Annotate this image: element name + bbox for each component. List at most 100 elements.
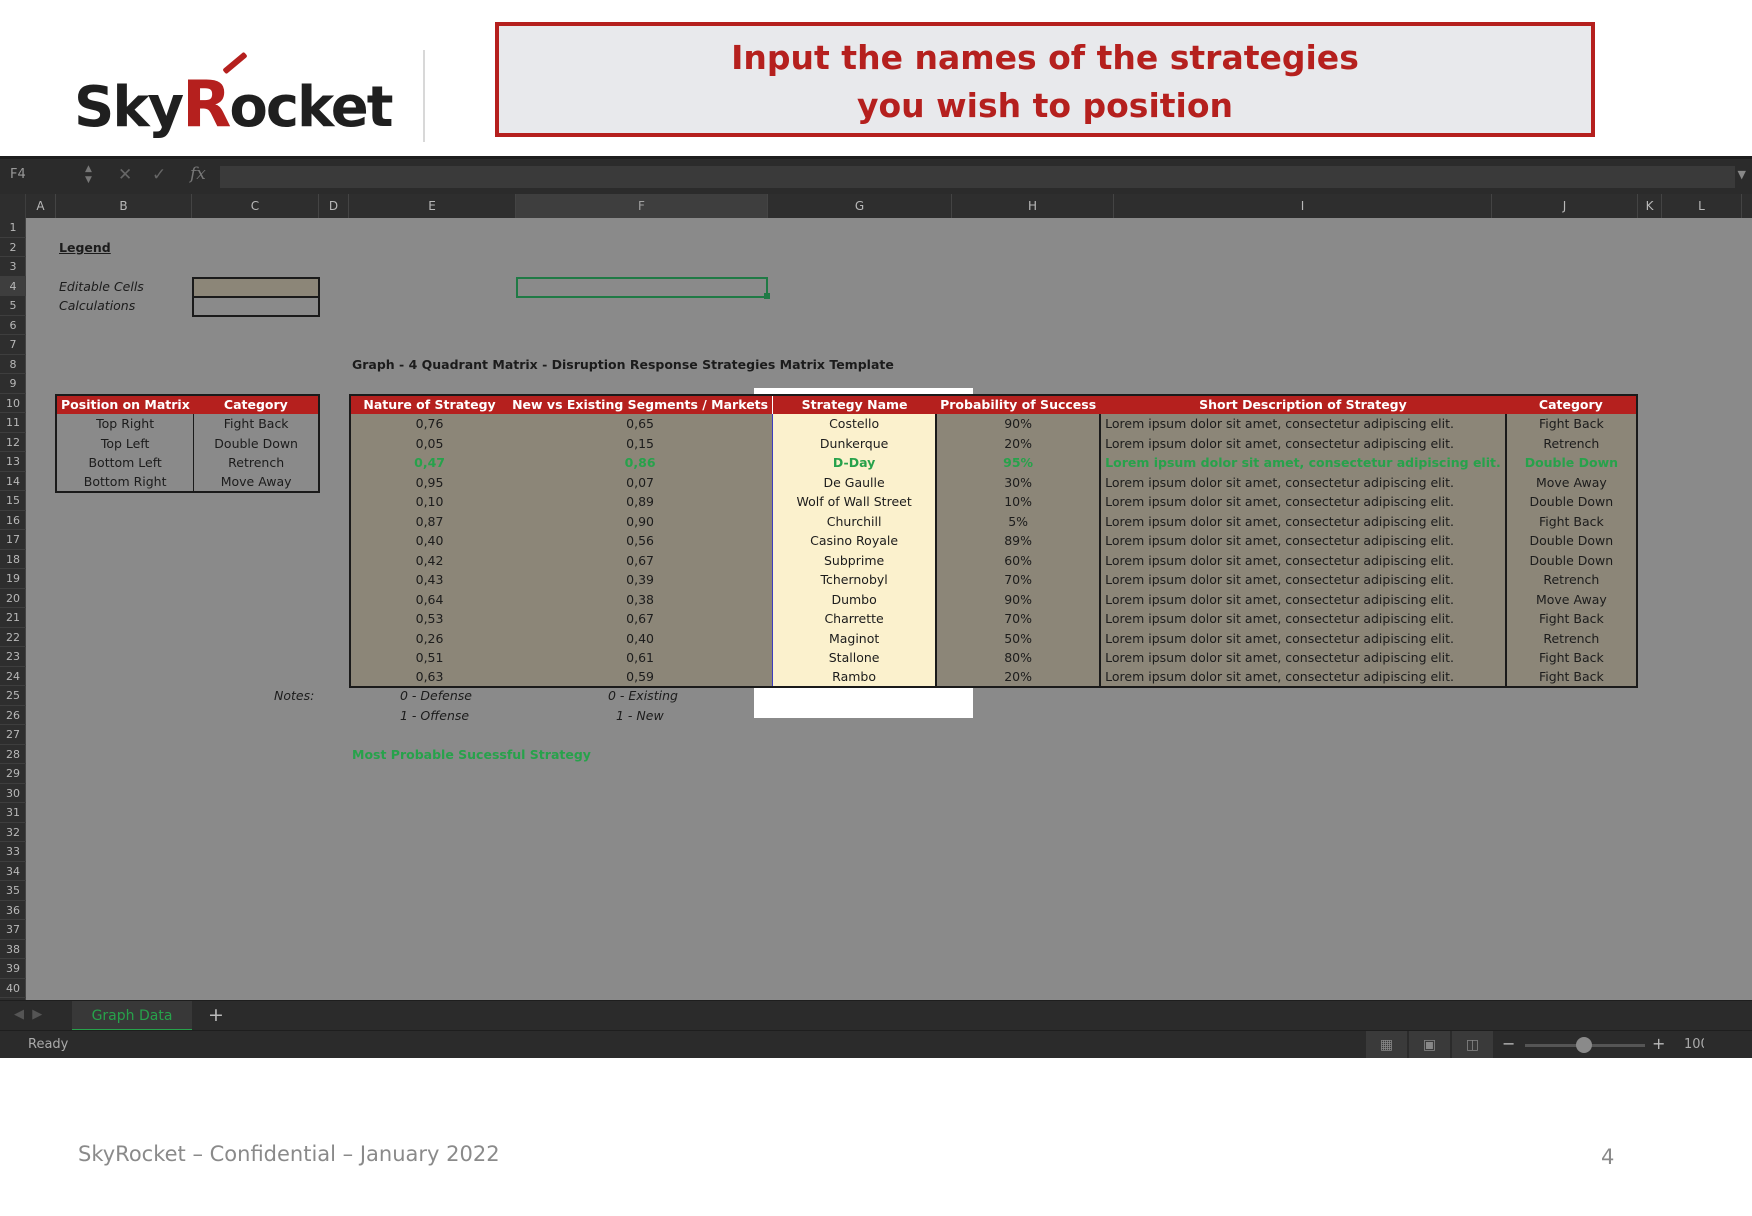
row-header-25[interactable]: 25 (0, 686, 26, 706)
position-cell[interactable]: Bottom Right (56, 472, 195, 492)
strategy-name-cell[interactable]: Wolf of Wall Street (772, 492, 938, 512)
description-cell[interactable]: Lorem ipsum dolor sit amet, consectetur … (1100, 609, 1507, 629)
row-header-12[interactable]: 12 (0, 433, 26, 452)
nature-cell[interactable]: 0,05 (350, 433, 509, 453)
strategy-name-cell[interactable]: Dumbo (772, 589, 938, 609)
row-header-31[interactable]: 31 (0, 803, 26, 823)
category-cell[interactable]: Fight Back (1505, 648, 1637, 668)
row-header-13[interactable]: 13 (0, 452, 26, 472)
segment-cell[interactable]: 0,38 (508, 589, 773, 609)
row-header-33[interactable]: 33 (0, 842, 26, 862)
select-all-corner[interactable] (0, 194, 26, 218)
description-cell[interactable]: Lorem ipsum dolor sit amet, consectetur … (1100, 628, 1507, 648)
category-cell[interactable]: Double Down (1505, 453, 1637, 473)
row-header-4[interactable]: 4 (0, 276, 26, 296)
strategy-name-cell[interactable]: D-Day (772, 453, 938, 473)
category-cell[interactable]: Retrench (1505, 570, 1637, 590)
row-header-32[interactable]: 32 (0, 823, 26, 842)
strategy-name-cell[interactable]: Casino Royale (772, 531, 938, 551)
probability-cell[interactable]: 50% (936, 628, 1102, 648)
segment-cell[interactable]: 0,15 (508, 433, 773, 453)
description-cell[interactable]: Lorem ipsum dolor sit amet, consectetur … (1100, 570, 1507, 590)
category-cell[interactable]: Retrench (1505, 628, 1637, 648)
probability-cell[interactable]: 20% (936, 667, 1102, 687)
row-header-15[interactable]: 15 (0, 491, 26, 511)
nature-cell[interactable]: 0,63 (350, 667, 509, 687)
sheet-nav-arrows-icon[interactable]: ◀ ▶ (14, 1007, 42, 1022)
segment-cell[interactable]: 0,65 (508, 414, 773, 434)
strategy-name-cell[interactable]: Maginot (772, 628, 938, 648)
probability-cell[interactable]: 5% (936, 511, 1102, 531)
category-cell[interactable]: Move Away (1505, 589, 1637, 609)
category-cell[interactable]: Fight Back (1505, 609, 1637, 629)
nature-cell[interactable]: 0,47 (350, 453, 509, 473)
row-header-26[interactable]: 26 (0, 706, 26, 725)
probability-cell[interactable]: 70% (936, 570, 1102, 590)
cancel-icon[interactable]: ✕ (118, 165, 132, 185)
position-cell[interactable]: Top Left (56, 433, 195, 453)
name-box-stepper-icon[interactable]: ▲ ▼ (85, 164, 92, 186)
row-header-3[interactable]: 3 (0, 257, 26, 277)
row-header-28[interactable]: 28 (0, 745, 26, 764)
row-header-39[interactable]: 39 (0, 959, 26, 979)
row-header-8[interactable]: 8 (0, 355, 26, 374)
strategy-name-cell[interactable]: Rambo (772, 667, 938, 687)
probability-cell[interactable]: 80% (936, 648, 1102, 668)
probability-cell[interactable]: 90% (936, 414, 1102, 434)
row-header-22[interactable]: 22 (0, 628, 26, 647)
probability-cell[interactable]: 89% (936, 531, 1102, 551)
column-header-k[interactable]: K (1638, 194, 1662, 218)
column-header-h[interactable]: H (952, 194, 1114, 218)
page-break-view-icon[interactable]: ◫ (1452, 1031, 1494, 1058)
nature-cell[interactable]: 0,51 (350, 648, 509, 668)
probability-cell[interactable]: 30% (936, 472, 1102, 492)
name-box[interactable]: F4 (10, 167, 26, 182)
row-header-40[interactable]: 40 (0, 979, 26, 998)
category-cell[interactable]: Move Away (1505, 472, 1637, 492)
formula-input[interactable] (220, 166, 1735, 188)
zoom-level[interactable]: 100% (1684, 1037, 1704, 1052)
nature-cell[interactable]: 0,10 (350, 492, 509, 512)
strategy-name-cell[interactable]: Costello (772, 414, 938, 434)
expand-formula-bar-icon[interactable]: ▼ (1738, 168, 1746, 181)
probability-cell[interactable]: 90% (936, 589, 1102, 609)
insert-function-icon[interactable]: fx (190, 164, 206, 184)
worksheet-grid[interactable]: Legend Editable Cells Calculations Graph… (26, 218, 1752, 1000)
selected-cell-f4[interactable] (516, 276, 768, 298)
row-header-20[interactable]: 20 (0, 589, 26, 608)
segment-cell[interactable]: 0,39 (508, 570, 773, 590)
nature-cell[interactable]: 0,64 (350, 589, 509, 609)
row-header-14[interactable]: 14 (0, 472, 26, 491)
fill-handle[interactable] (764, 293, 770, 299)
nature-cell[interactable]: 0,87 (350, 511, 509, 531)
strategy-name-cell[interactable]: Tchernobyl (772, 570, 938, 590)
row-header-36[interactable]: 36 (0, 901, 26, 920)
strategy-name-cell[interactable]: Stallone (772, 648, 938, 668)
probability-cell[interactable]: 70% (936, 609, 1102, 629)
segment-cell[interactable]: 0,67 (508, 550, 773, 570)
column-header-f[interactable]: F (516, 194, 768, 218)
category-cell[interactable]: Double Down (193, 433, 320, 453)
row-header-27[interactable]: 27 (0, 725, 26, 745)
column-header-c[interactable]: C (192, 194, 319, 218)
row-header-2[interactable]: 2 (0, 238, 26, 257)
segment-cell[interactable]: 0,90 (508, 511, 773, 531)
probability-cell[interactable]: 60% (936, 550, 1102, 570)
column-header-d[interactable]: D (319, 194, 349, 218)
position-cell[interactable]: Bottom Left (56, 453, 195, 473)
strategy-name-cell[interactable]: Charrette (772, 609, 938, 629)
add-sheet-button[interactable]: + (208, 1004, 224, 1026)
column-header-e[interactable]: E (349, 194, 516, 218)
category-cell[interactable]: Retrench (193, 453, 320, 473)
row-header-9[interactable]: 9 (0, 374, 26, 394)
row-header-21[interactable]: 21 (0, 608, 26, 628)
row-header-29[interactable]: 29 (0, 764, 26, 784)
row-header-18[interactable]: 18 (0, 550, 26, 569)
zoom-in-button[interactable]: + (1652, 1034, 1665, 1053)
normal-view-icon[interactable]: ▦ (1366, 1031, 1408, 1058)
strategy-name-cell[interactable]: Subprime (772, 550, 938, 570)
column-header-g[interactable]: G (768, 194, 952, 218)
row-header-24[interactable]: 24 (0, 667, 26, 686)
row-header-11[interactable]: 11 (0, 413, 26, 433)
description-cell[interactable]: Lorem ipsum dolor sit amet, consectetur … (1100, 472, 1507, 492)
